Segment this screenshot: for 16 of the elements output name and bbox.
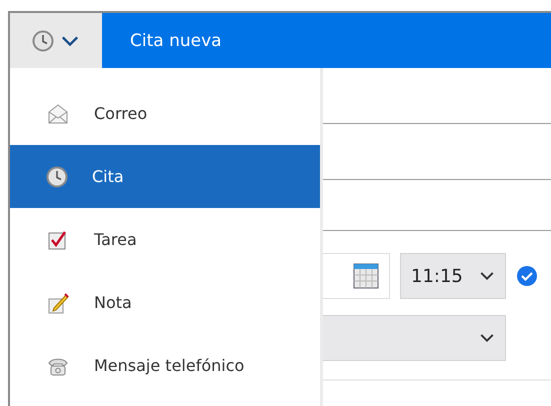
- calendar-icon: [353, 263, 379, 289]
- new-item-menu-button[interactable]: [10, 13, 102, 68]
- menu-item[interactable]: Correo: [10, 82, 320, 145]
- chevron-icon: [479, 271, 495, 281]
- envelope-icon: [46, 102, 70, 126]
- clock-icon: [46, 166, 68, 188]
- clock-icon: [32, 30, 54, 52]
- window-title: Cita nueva: [130, 30, 222, 50]
- pencil-icon: [46, 290, 70, 314]
- chevron-icon: [479, 333, 495, 343]
- menu-item[interactable]: Mensaje telefónico: [10, 334, 320, 397]
- menu-item[interactable]: Nota: [10, 271, 320, 334]
- menu-item[interactable]: Tarea: [10, 208, 320, 271]
- time-select[interactable]: 11:15: [400, 253, 506, 299]
- menu-item[interactable]: Cita: [10, 145, 320, 208]
- chevron-icon: [60, 34, 80, 46]
